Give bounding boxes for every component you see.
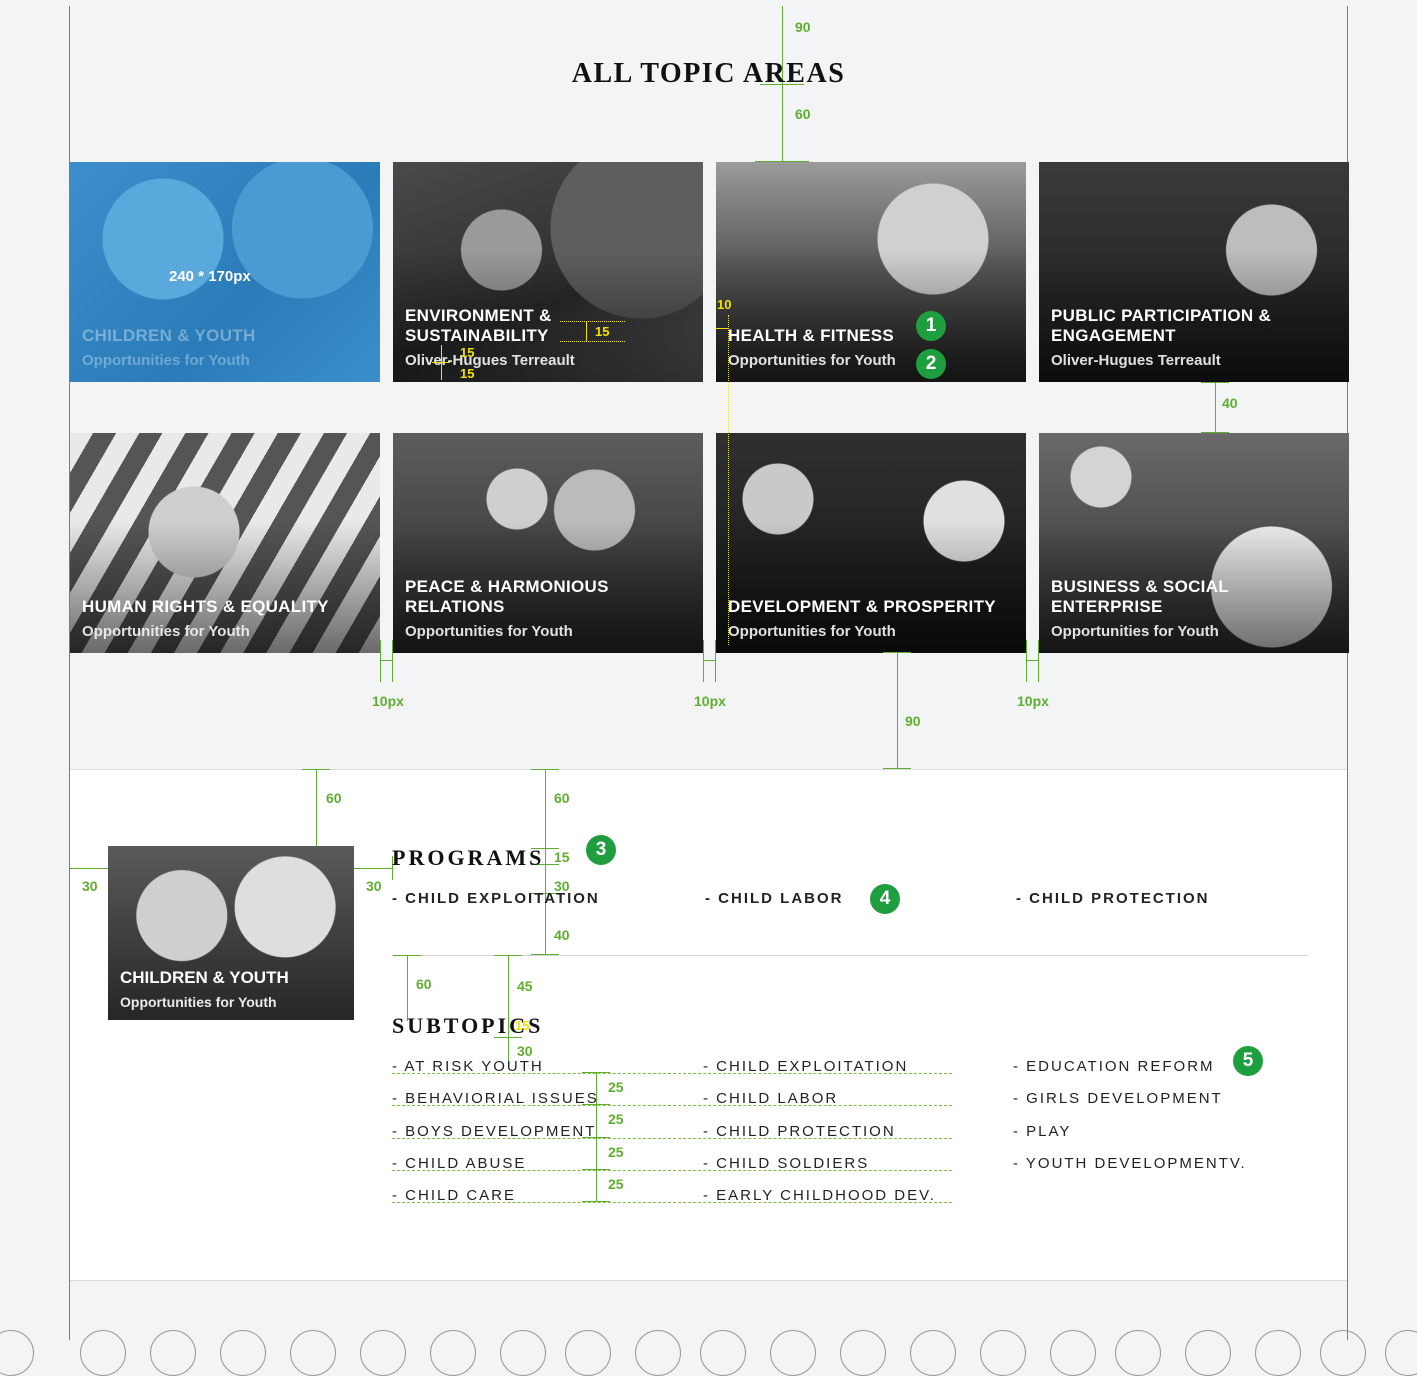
subtopic-link[interactable]: - YOUTH DEVELOPMENTV. — [1013, 1155, 1247, 1172]
selected-topic-thumbnail[interactable]: CHILDREN & YOUTH Opportunities for Youth — [108, 846, 354, 1020]
thumb-gap-label: 30 — [366, 878, 382, 894]
page-title: ALL TOPIC AREAS — [571, 58, 846, 89]
topic-card-children-youth[interactable]: 240 * 170px CHILDREN & YOUTH Opportuniti… — [70, 162, 380, 382]
badge-3: 3 — [586, 835, 616, 865]
card-title: HUMAN RIGHTS & EQUALITY — [82, 597, 329, 616]
topic-card-business[interactable]: BUSINESS & SOCIAL ENTERPRISE Opportuniti… — [1039, 433, 1349, 653]
subtopic-link[interactable]: - EDUCATION REFORM — [1013, 1058, 1215, 1075]
card-subtitle: Opportunities for Youth — [1051, 623, 1219, 640]
card-title: HEALTH & FITNESS — [728, 326, 894, 345]
programs-heading: PROGRAMS — [392, 845, 545, 870]
programs-bottom-label: 40 — [554, 927, 570, 943]
card-subtitle: Opportunities for Youth — [728, 623, 896, 640]
subtopic-link[interactable]: - BOYS DEVELOPMENT — [392, 1123, 596, 1140]
topic-card-development[interactable]: DEVELOPMENT & PROSPERITY Opportunities f… — [716, 433, 1026, 653]
spec-canvas: 90 60 ALL TOPIC AREAS 240 * 170px CHILDR… — [0, 0, 1417, 1376]
decorative-circle-row — [0, 1330, 1417, 1376]
subtopic-link[interactable]: - CHILD SOLDIERS — [703, 1155, 869, 1172]
card-subtitle: Opportunities for Youth — [728, 352, 896, 369]
section-gap-label: 90 — [905, 713, 921, 729]
programs-top-label: 60 — [554, 790, 570, 806]
card-size-note: 240 * 170px — [169, 268, 251, 285]
bottom-spacing-label: 15 — [460, 366, 475, 381]
card-subtitle: Opportunities for Youth — [82, 352, 250, 369]
subtopic-link[interactable]: - CHILD CARE — [392, 1187, 516, 1204]
row-spacing-label: 25 — [608, 1111, 624, 1127]
topic-card-health[interactable]: HEALTH & FITNESS Opportunities for Youth — [716, 162, 1026, 382]
badge-1: 1 — [916, 311, 946, 341]
card-title: BUSINESS & SOCIAL ENTERPRISE — [1051, 577, 1229, 616]
subtopic-link[interactable]: - EARLY CHILDHOOD DEV. — [703, 1187, 936, 1204]
title-spacing-label: 15 — [595, 324, 610, 339]
left-padding-label: 10 — [717, 297, 732, 312]
top-spacing-label: 90 — [795, 19, 811, 35]
column-gap-label: 10px — [372, 693, 404, 709]
card-subtitle: Oliver-Hugues Terreault — [1051, 352, 1221, 369]
column-gap-label: 10px — [694, 693, 726, 709]
badge-2: 2 — [916, 349, 946, 379]
subtopic-link[interactable]: - CHILD PROTECTION — [703, 1123, 896, 1140]
card-title: PEACE & HARMONIOUS RELATIONS — [405, 577, 609, 616]
subtopic-link[interactable]: - CHILD LABOR — [703, 1090, 838, 1107]
badge-4: 4 — [870, 884, 900, 914]
topic-card-human-rights[interactable]: HUMAN RIGHTS & EQUALITY Opportunities fo… — [70, 433, 380, 653]
card-subtitle: Opportunities for Youth — [82, 623, 250, 640]
title-spacing-label: 60 — [795, 106, 811, 122]
subtopics-heading-offset-label: 45 — [517, 978, 533, 994]
card-title: CHILDREN & YOUTH — [82, 326, 256, 345]
badge-5: 5 — [1233, 1046, 1263, 1076]
program-link[interactable]: - CHILD EXPLOITATION — [392, 890, 600, 907]
thumb-left-label: 30 — [82, 878, 98, 894]
thumb-title: CHILDREN & YOUTH — [120, 968, 289, 987]
row-spacing-label: 25 — [608, 1144, 624, 1160]
subtopics-list-gap-label: 30 — [517, 1043, 533, 1059]
topic-card-peace[interactable]: PEACE & HARMONIOUS RELATIONS Opportuniti… — [393, 433, 703, 653]
card-subtitle: Opportunities for Youth — [405, 623, 573, 640]
programs-heading-gap-label: 15 — [554, 849, 570, 865]
row-spacing-label: 25 — [608, 1079, 624, 1095]
card-title: ENVIRONMENT & SUSTAINABILITY — [405, 306, 552, 345]
subtopics-heading: SUBTOPICS — [392, 1013, 544, 1038]
subtopic-link[interactable]: - BEHAVIORIAL ISSUES — [392, 1090, 599, 1107]
column-gap-label: 10px — [1017, 693, 1049, 709]
subtopic-link[interactable]: - PLAY — [1013, 1123, 1071, 1140]
subtopic-link[interactable]: - CHILD EXPLOITATION — [703, 1058, 908, 1075]
row-gap-label: 40 — [1222, 395, 1238, 411]
program-link[interactable]: - CHILD PROTECTION — [1016, 890, 1210, 907]
section-divider — [392, 955, 1309, 956]
subtopic-link[interactable]: - CHILD ABUSE — [392, 1155, 526, 1172]
subtitle-spacing-label: 15 — [460, 345, 475, 360]
subtopic-link[interactable]: - AT RISK YOUTH — [392, 1058, 544, 1075]
card-subtitle: Oliver-Hugues Terreault — [405, 352, 575, 369]
card-title: DEVELOPMENT & PROSPERITY — [728, 597, 996, 616]
card-title: PUBLIC PARTICIPATION & ENGAGEMENT — [1051, 306, 1272, 345]
program-link[interactable]: - CHILD LABOR — [705, 890, 844, 907]
thumb-top-label: 60 — [326, 790, 342, 806]
topic-card-public-participation[interactable]: PUBLIC PARTICIPATION & ENGAGEMENT Oliver… — [1039, 162, 1349, 382]
subtopic-link[interactable]: - GIRLS DEVELOPMENT — [1013, 1090, 1223, 1107]
topic-card-environment[interactable]: ENVIRONMENT & SUSTAINABILITY Oliver-Hugu… — [393, 162, 703, 382]
subtopics-top-label: 60 — [416, 976, 432, 992]
row-spacing-label: 25 — [608, 1176, 624, 1192]
thumb-subtitle: Opportunities for Youth — [120, 994, 277, 1010]
